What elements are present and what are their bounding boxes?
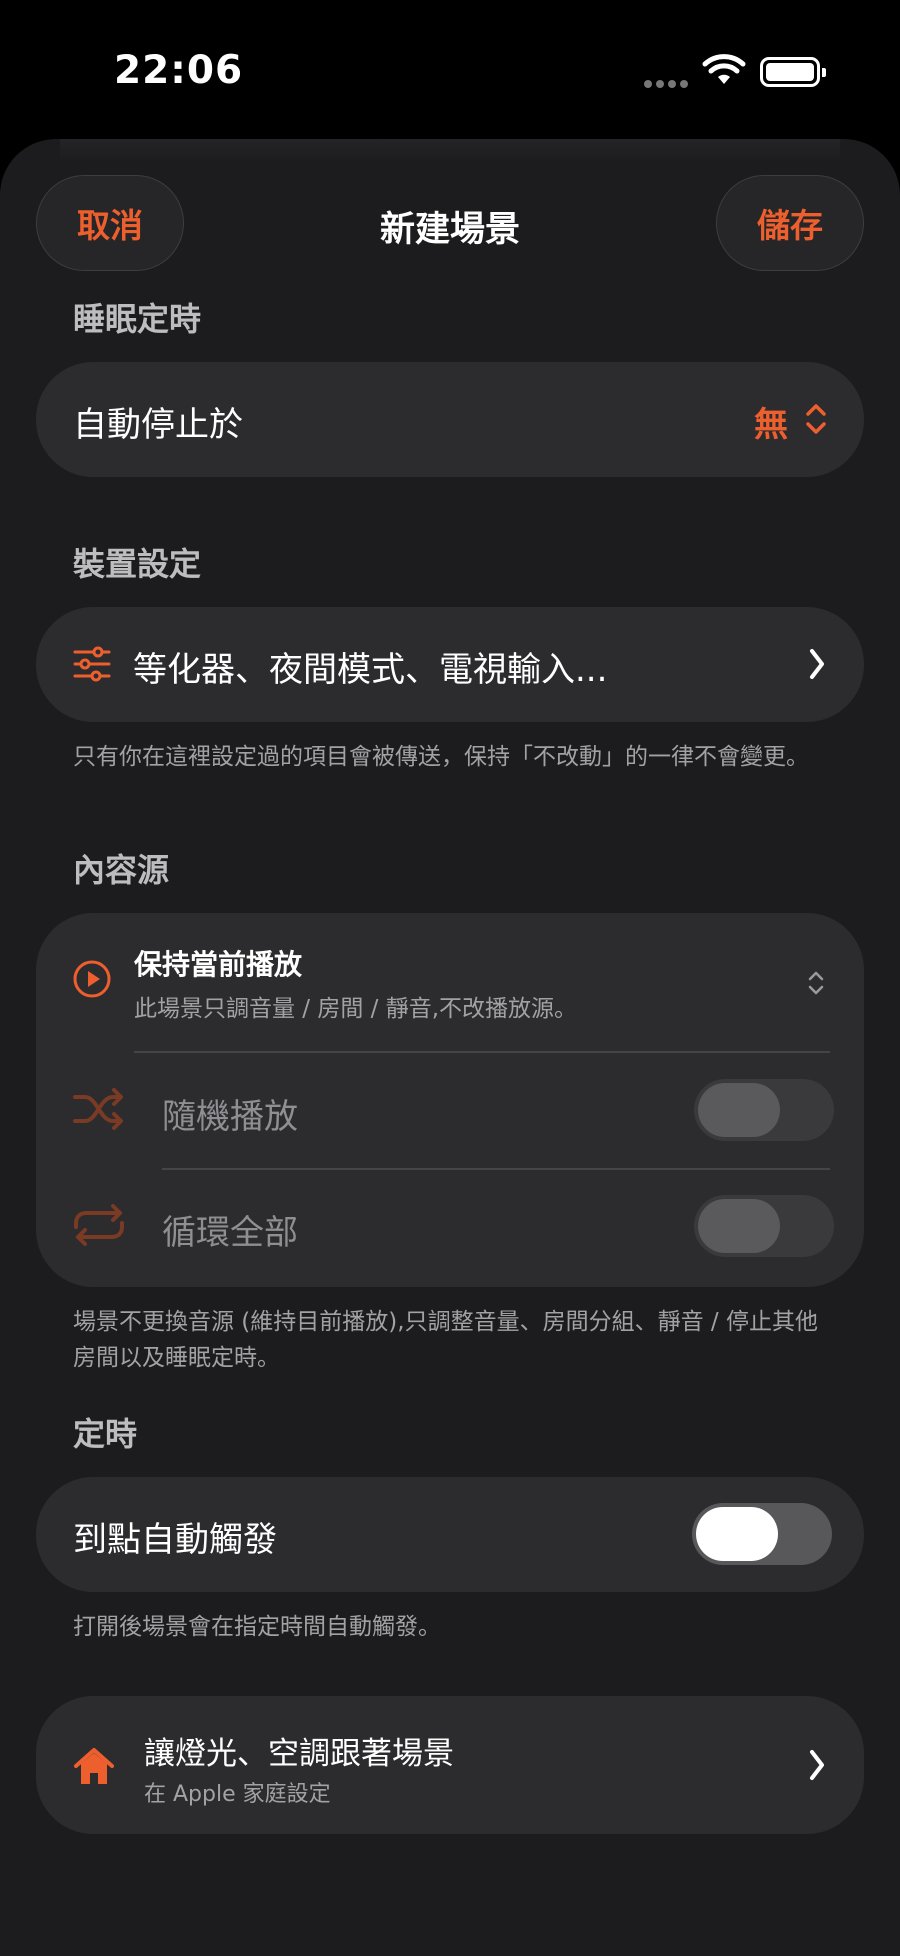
auto-trigger-label: 到點自動觸發 [73,1520,277,1560]
divider [162,1168,830,1170]
play-circle-icon [73,960,111,998]
content-source-title: 保持當前播放 [134,948,303,981]
device-settings-label: 等化器、夜間模式、電視輸入... [133,650,608,690]
auto-trigger-row: 到點自動觸發 [36,1477,864,1592]
auto-trigger-toggle[interactable] [692,1503,832,1565]
repeat-toggle[interactable] [694,1195,834,1257]
house-icon [74,1748,114,1784]
status-bar: 22:06 [0,0,900,140]
content-source-card: 保持當前播放 此場景只調音量 / 房間 / 靜音,不改播放源。 隨機播放 循環全… [36,913,864,1287]
device-settings-row[interactable]: 等化器、夜間模式、電視輸入... [36,607,864,722]
repeat-label: 循環全部 [162,1213,298,1253]
schedule-header: 定時 [73,1415,138,1453]
auto-stop-label: 自動停止於 [73,405,243,445]
new-scene-sheet: 取消 新建場景 儲存 睡眠定時 自動停止於 無 裝置設定 等化器、夜間模式、電視… [0,139,900,1956]
apple-home-subtitle: 在 Apple 家庭設定 [144,1782,331,1807]
divider [134,1051,830,1053]
content-source-subtitle: 此場景只調音量 / 房間 / 靜音,不改播放源。 [134,996,578,1022]
up-down-chevron-icon [808,971,824,995]
shuffle-icon [73,1088,123,1130]
shuffle-label: 隨機播放 [162,1097,298,1137]
sheet-top-fade [60,139,840,163]
apple-home-row[interactable]: 讓燈光、空調跟著場景 在 Apple 家庭設定 [36,1696,864,1834]
device-settings-header: 裝置設定 [73,545,202,583]
status-time: 22:06 [114,48,244,93]
chevron-right-icon [810,1750,824,1780]
content-source-picker[interactable]: 保持當前播放 此場景只調音量 / 房間 / 靜音,不改播放源。 [36,913,864,1049]
apple-home-title: 讓燈光、空調跟著場景 [144,1736,454,1772]
auto-stop-row[interactable]: 自動停止於 無 [36,362,864,477]
cellular-dots-icon [644,80,690,88]
device-settings-footnote: 只有你在這裡設定過的項目會被傳送，保持「不改動」的一律不會變更。 [73,744,809,770]
up-down-chevron-icon [806,404,826,434]
chevron-right-icon [810,649,824,679]
schedule-footnote: 打開後場景會在指定時間自動觸發。 [73,1614,441,1640]
content-source-footnote: 場景不更換音源 (維持目前播放),只調整音量、房間分組、靜音 / 停止其他房間以… [73,1309,818,1371]
sleep-timer-header: 睡眠定時 [73,300,202,338]
save-button[interactable]: 儲存 [716,175,864,271]
wifi-icon [702,54,746,84]
shuffle-toggle[interactable] [694,1079,834,1141]
repeat-icon [74,1204,124,1246]
battery-icon [760,57,826,87]
content-source-header: 內容源 [73,851,170,889]
auto-stop-value[interactable]: 無 [754,397,788,446]
sliders-icon [73,646,111,682]
